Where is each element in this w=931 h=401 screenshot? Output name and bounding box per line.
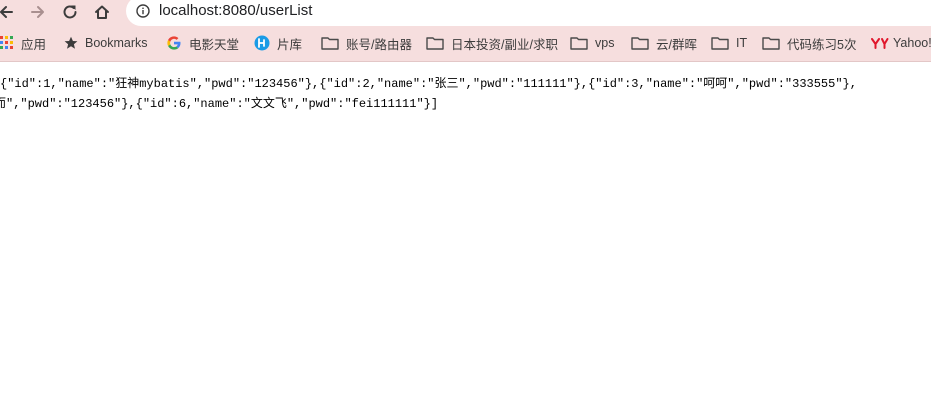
bookmark-folder-japan[interactable]: 日本投资/副业/求职 [426,33,558,53]
folder-icon [762,36,780,50]
back-arrow-icon [0,6,13,18]
bookmark-folder-cloud[interactable]: 云/群晖 [631,33,697,53]
bookmark-pianku[interactable]: 片库 [254,33,302,53]
bookmark-bookmarks[interactable]: Bookmarks [64,33,148,53]
back-button[interactable] [0,0,18,24]
folder-icon [711,36,729,50]
bookmark-label: 应用 [21,37,47,52]
address-bar[interactable]: localhost:8080/userList [126,0,931,26]
bookmark-dianying[interactable]: 电影天堂 [166,33,239,53]
bookmark-label: 电影天堂 [189,37,240,52]
folder-icon [426,36,444,50]
reload-button[interactable] [58,0,82,24]
bookmark-label: Yahoo! [893,36,931,50]
bookmark-label: 代码练习5次 [787,37,857,52]
yahoo-logo-icon [871,37,889,49]
bookmark-label: 云/群晖 [656,37,697,52]
bookmark-label: IT [736,36,748,50]
site-info-icon[interactable] [136,4,150,23]
google-icon [166,35,182,51]
folder-icon [321,36,339,50]
bookmark-label: Bookmarks [85,36,148,50]
reload-icon [63,5,77,19]
folder-icon [570,36,588,50]
forward-arrow-icon [31,6,44,18]
bookmark-label: 日本投资/副业/求职 [451,37,558,52]
bookmark-label: vps [595,36,615,50]
home-icon [95,5,109,19]
url-text: localhost:8080/userList [159,2,313,19]
bookmark-apps[interactable]: 应用 [0,33,46,53]
json-text-line-2: 而","pwd":"123456"},{"id":6,"name":"文文飞",… [0,97,439,111]
home-button[interactable] [90,0,114,24]
forward-button[interactable] [26,0,50,24]
bookmark-folder-it[interactable]: IT [711,33,747,53]
browser-chrome: localhost:8080/userList 应用 Bookmarks 电影天… [0,0,931,62]
bookmarks-bar: 应用 Bookmarks 电影天堂 片库 账号/路由器 日本投资/副业/求职 v… [0,30,931,56]
bookmark-label: 账号/路由器 [346,37,412,52]
star-icon [64,36,78,50]
bookmark-folder-code[interactable]: 代码练习5次 [762,33,856,53]
json-text-line-1: {"id":1,"name":"狂神mybatis","pwd":"123456… [0,77,857,91]
apps-grid-icon [0,36,14,50]
bookmark-yahoo[interactable]: Yahoo! [871,33,931,53]
folder-icon [631,36,649,50]
bookmark-folder-vps[interactable]: vps [570,33,614,53]
bookmark-label: 片库 [277,37,303,52]
pianku-logo-icon [254,35,270,51]
bookmark-folder-accounts[interactable]: 账号/路由器 [321,33,412,53]
browser-toolbar: localhost:8080/userList [0,0,931,26]
